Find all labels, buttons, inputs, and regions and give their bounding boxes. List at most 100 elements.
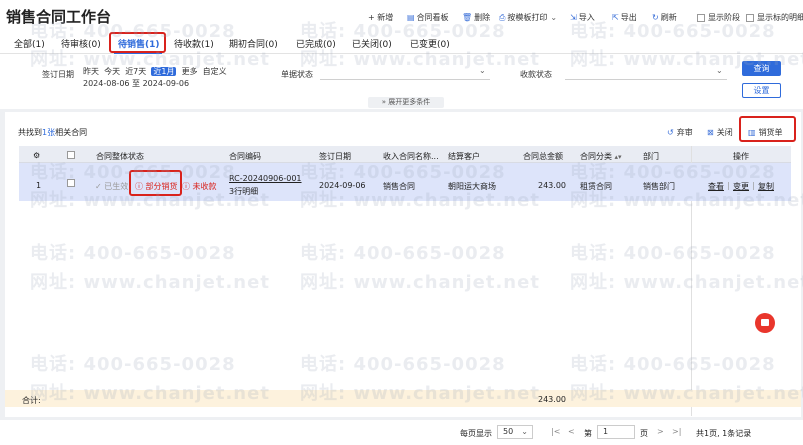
refresh-button[interactable]: ↻ 刷新 xyxy=(652,12,677,23)
new-button[interactable]: + 新增 xyxy=(368,12,393,23)
col-dept[interactable]: 部门 xyxy=(643,151,659,162)
quick-today[interactable]: 今天 xyxy=(104,67,120,76)
quick-date-options: 昨天 今天 近7天 近1月 更多 自定义 xyxy=(83,66,227,77)
expand-conditions-button[interactable]: » 展开更多条件 xyxy=(368,97,444,108)
highlight-box-status xyxy=(129,170,182,196)
quick-more[interactable]: 更多 xyxy=(182,67,198,76)
doc-status-label: 单据状态 xyxy=(281,70,313,79)
select-all-checkbox[interactable] xyxy=(67,151,78,160)
summary-label: 合计: xyxy=(22,396,41,405)
page-prefix: 第 xyxy=(584,429,592,438)
tab-completed[interactable]: 已完成(0) xyxy=(296,37,336,50)
sort-icon[interactable]: ▴▾ xyxy=(615,153,622,161)
ops-divider: | xyxy=(752,181,755,190)
quick-custom[interactable]: 自定义 xyxy=(203,67,227,76)
prev-page-icon[interactable]: < xyxy=(568,427,575,436)
cell-sign-date: 2024-09-06 xyxy=(319,181,366,190)
date-range-text: 2024-08-06 至 2024-09-06 xyxy=(83,79,190,88)
delete-button[interactable]: 🗑 删除 xyxy=(462,12,490,23)
page-title: 销售合同工作台 xyxy=(6,8,112,26)
tab-pending-payment[interactable]: 待收款(1) xyxy=(174,37,214,50)
contract-board-button[interactable]: ▤ 合同看板 xyxy=(407,12,449,23)
undo-icon: ↺ xyxy=(667,128,674,137)
col-status[interactable]: 合同整体状态 xyxy=(96,151,144,162)
highlight-box-delivery xyxy=(739,116,796,142)
col-customer[interactable]: 结算客户 xyxy=(448,151,480,162)
pay-status-select[interactable] xyxy=(565,79,727,80)
last-page-icon[interactable]: >| xyxy=(672,427,681,436)
page-input[interactable]: 1 xyxy=(597,425,635,439)
printer-icon: ⎙ xyxy=(499,12,506,22)
quick-last-month[interactable]: 近1月 xyxy=(151,67,177,76)
show-target-checkbox[interactable]: 显示标的明细 xyxy=(746,12,803,23)
sign-date-label: 签订日期 xyxy=(42,70,74,79)
double-chevron-icon: » xyxy=(381,98,387,106)
discard-review-button[interactable]: ↺ 弃审 xyxy=(667,127,693,138)
per-page-label: 每页显示 xyxy=(460,429,492,438)
cell-category: 租赁合同 xyxy=(580,182,612,191)
show-stage-checkbox[interactable]: 显示阶段 xyxy=(697,12,740,23)
contract-detail-count: 3行明细 xyxy=(229,187,259,196)
cell-customer: 朝阳运大商场 xyxy=(448,182,496,191)
close-contract-button[interactable]: ⊠ 关闭 xyxy=(707,127,733,138)
cell-dept: 销售部门 xyxy=(643,182,675,191)
checkbox-icon xyxy=(746,13,754,22)
summary-row xyxy=(5,390,801,407)
cell-amount: 243.00 xyxy=(538,181,566,190)
alert-circle-icon: ⓘ xyxy=(182,182,190,191)
chevron-down-icon: ⌄ xyxy=(550,13,558,22)
checkbox-icon xyxy=(67,179,75,187)
row-checkbox[interactable] xyxy=(67,179,78,188)
col-ops: 操作 xyxy=(733,152,749,161)
checkbox-icon xyxy=(697,13,705,22)
col-income-name[interactable]: 收入合同名称... xyxy=(383,151,439,162)
settings-button[interactable]: 设置 xyxy=(742,83,781,98)
col-category[interactable]: 合同分类 ▴▾ xyxy=(580,151,622,162)
ops-divider: | xyxy=(727,181,730,190)
status-unpaid-badge: ⓘ 未收款 xyxy=(182,182,217,191)
page-suffix: 页 xyxy=(640,429,648,438)
result-count: 共找到1张相关合同 xyxy=(18,128,88,137)
doc-status-select[interactable] xyxy=(320,79,490,80)
chat-icon[interactable] xyxy=(755,313,775,333)
tab-closed[interactable]: 已关闭(0) xyxy=(352,37,392,50)
chevron-down-icon: ⌄ xyxy=(479,66,486,75)
page-info: 共1页, 1条记录 xyxy=(696,429,752,438)
per-page-select[interactable]: 50 ⌄ xyxy=(497,425,533,439)
view-link[interactable]: 查看 xyxy=(708,181,724,192)
highlight-box-tab xyxy=(109,32,166,53)
change-link[interactable]: 变更 xyxy=(733,181,749,192)
import-button[interactable]: ⇲ 导入 xyxy=(570,12,595,23)
export-icon: ⇱ xyxy=(612,13,619,22)
tab-changed[interactable]: 已变更(0) xyxy=(410,37,450,50)
close-doc-icon: ⊠ xyxy=(707,128,714,137)
tab-pending-review[interactable]: 待审核(0) xyxy=(61,37,101,50)
board-icon: ▤ xyxy=(407,13,415,22)
import-icon: ⇲ xyxy=(570,13,577,22)
settings-gear-icon[interactable]: ⚙ xyxy=(33,151,40,160)
tab-opening-contracts[interactable]: 期初合同(0) xyxy=(229,37,278,50)
tab-all[interactable]: 全部(1) xyxy=(14,37,45,50)
quick-last-7-days[interactable]: 近7天 xyxy=(125,67,146,76)
checkbox-icon xyxy=(67,151,75,159)
pagination-bar xyxy=(0,420,803,445)
cell-income-name: 销售合同 xyxy=(383,182,415,191)
chevron-down-icon: ⌄ xyxy=(521,427,528,436)
query-button[interactable]: 查询 xyxy=(742,61,781,76)
export-button[interactable]: ⇱ 导出 xyxy=(612,12,637,23)
contract-code-link[interactable]: RC-20240906-001 xyxy=(229,174,302,183)
copy-link[interactable]: 复制 xyxy=(758,181,774,192)
header-bar xyxy=(0,0,803,32)
col-code[interactable]: 合同编码 xyxy=(229,151,261,162)
next-page-icon[interactable]: > xyxy=(657,427,664,436)
status-effective-badge: ✓ 已生效 xyxy=(95,182,129,191)
print-template-button[interactable]: ⎙ 按模板打印 ⌄ xyxy=(499,12,557,23)
first-page-icon[interactable]: |< xyxy=(551,427,560,436)
check-circle-icon: ✓ xyxy=(95,182,102,191)
quick-yesterday[interactable]: 昨天 xyxy=(83,67,99,76)
col-amount[interactable]: 合同总金额 xyxy=(523,151,563,162)
summary-amount: 243.00 xyxy=(538,395,566,404)
pay-status-label: 收款状态 xyxy=(520,70,552,79)
chevron-down-icon: ⌄ xyxy=(716,66,723,75)
col-sign-date[interactable]: 签订日期 xyxy=(319,151,351,162)
